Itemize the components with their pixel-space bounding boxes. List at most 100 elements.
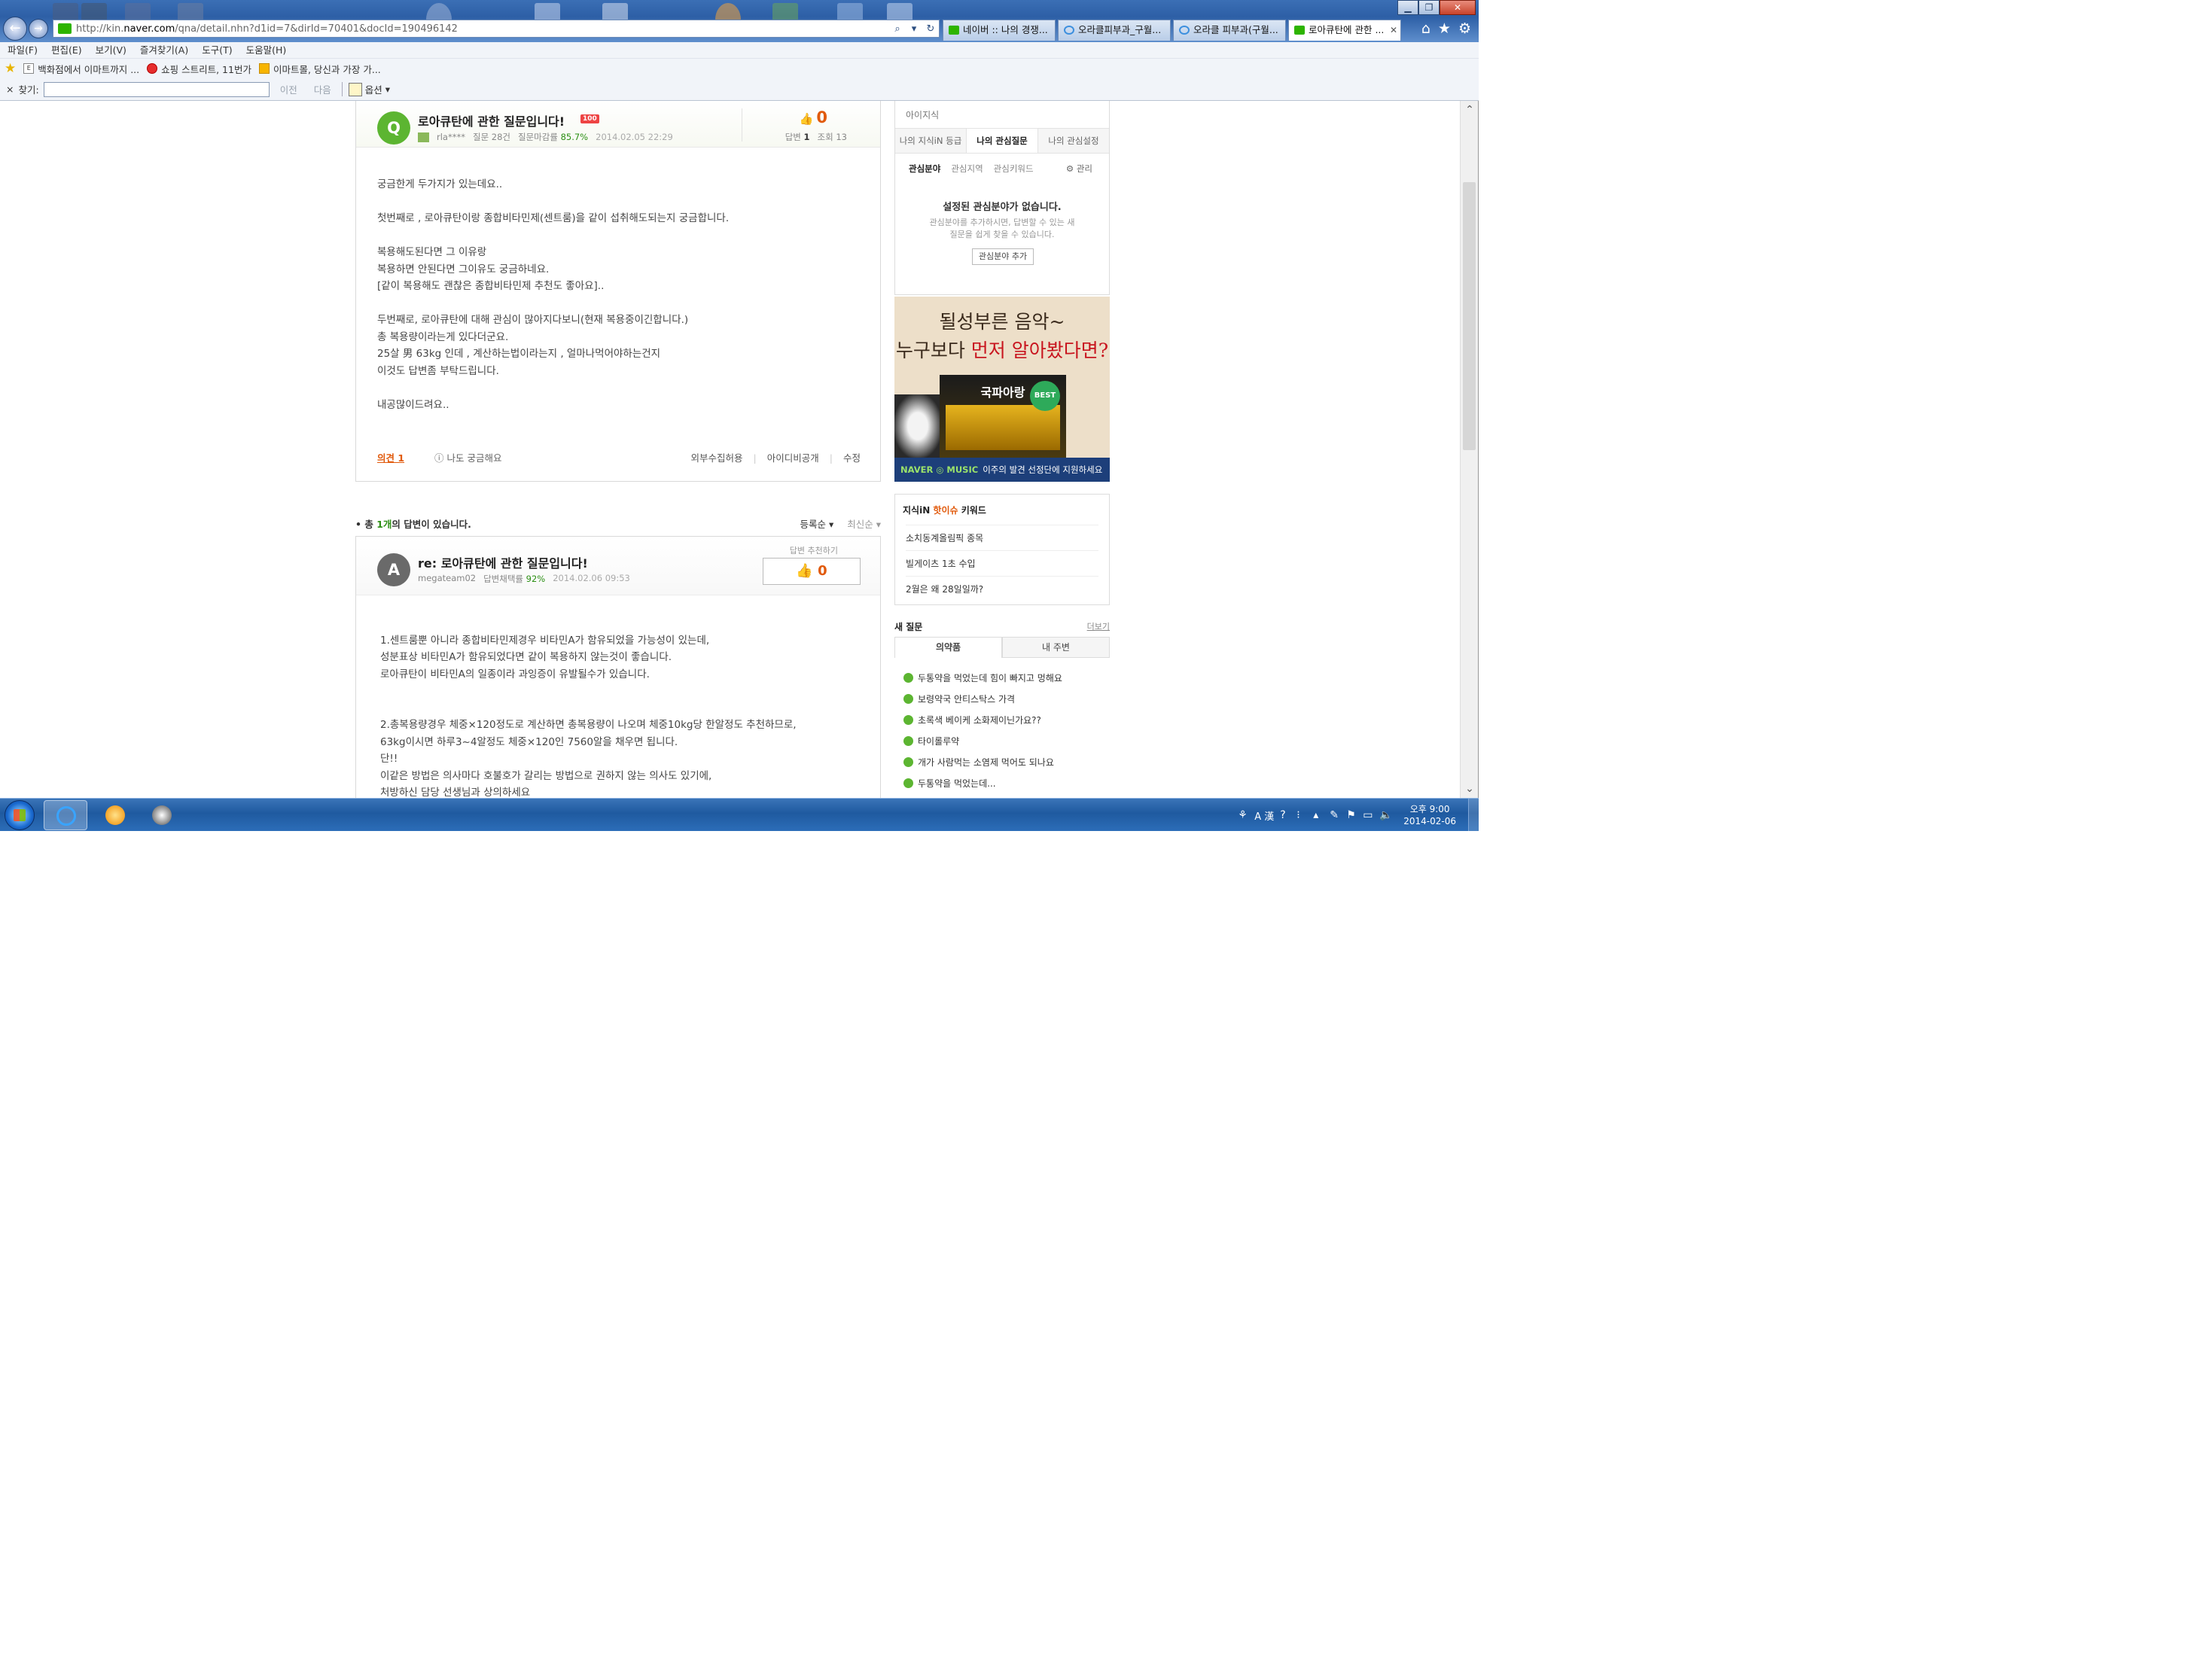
hot-keyword-item[interactable]: 2월은 왜 28일일까? [906, 576, 1098, 595]
vertical-scrollbar[interactable]: ⌃ ⌄ [1460, 101, 1478, 798]
allow-external-link[interactable]: 외부수집허용 [691, 450, 743, 464]
find-previous-button[interactable]: 이전 [274, 82, 303, 96]
new-questions-tabs: 의약품 내 주변 [894, 637, 1110, 658]
tab-current[interactable]: 로아큐탄에 관한 ... ✕ [1288, 20, 1401, 41]
tab-oracle-1[interactable]: 오라클피부과_구월... [1058, 20, 1171, 41]
show-desktop-button[interactable] [1468, 799, 1479, 831]
menu-edit[interactable]: 편집(E) [51, 42, 82, 58]
favorite-item[interactable]: 이마트몰, 당신과 가장 가... [258, 62, 381, 76]
network-status-icon[interactable]: ⚘ [1238, 810, 1248, 820]
new-question-item[interactable]: 초록색 베이케 소화제이닌가요?? [903, 714, 1041, 726]
find-close-icon[interactable]: × [6, 84, 14, 95]
tab-naver[interactable]: 네이버 :: 나의 경쟁... [943, 20, 1056, 41]
new-question-item[interactable]: 두통약을 먹었는데... [903, 777, 996, 790]
new-question-item[interactable]: 두통약을 먹었는데 힘이 빠지고 멍해요 [903, 671, 1062, 684]
question-date: 2014.02.05 22:29 [596, 132, 673, 142]
start-button[interactable] [5, 800, 35, 830]
user-level-icon [418, 132, 429, 142]
body-line: 내공많이드려요.. [377, 398, 449, 411]
hot-keyword-item[interactable]: 빌게이츠 1초 수입 [906, 550, 1098, 570]
menu-help[interactable]: 도움말(H) [246, 42, 287, 58]
music-ad-banner[interactable]: 될성부른 음악~ 누구보다 먼저 알아봤다면? 국파아랑 BEST NAVER … [894, 297, 1110, 482]
scroll-up-icon[interactable]: ⌃ [1461, 104, 1478, 116]
gear-icon[interactable]: ⚙ [1458, 20, 1471, 38]
sort-registered-button[interactable]: 등록순 ▾ [800, 516, 834, 531]
body-line [380, 615, 862, 632]
tab-close-icon[interactable]: ✕ [1390, 20, 1397, 40]
me-too-curious-button[interactable]: ⓘ 나도 궁금해요 [434, 450, 501, 464]
question-vote-count[interactable]: 👍 0 [800, 108, 827, 126]
window-controls: ▁ ❐ ✕ [1397, 0, 1476, 17]
minimize-button[interactable]: ▁ [1397, 0, 1418, 15]
scrollbar-thumb[interactable] [1463, 182, 1476, 450]
favorites-star-icon[interactable]: ★ [5, 61, 16, 76]
favorites-star-icon[interactable]: ★ [1438, 20, 1451, 38]
hide-id-link[interactable]: 아이디비공개 [754, 450, 819, 464]
answer-date: 2014.02.06 09:53 [553, 573, 630, 583]
subtab-interest-region[interactable]: 관심지역 [951, 163, 983, 175]
new-question-item[interactable]: 보령약국 안티스탁스 가격 [903, 693, 1015, 705]
show-hidden-icons-icon[interactable]: ▴ [1313, 810, 1324, 820]
menu-view[interactable]: 보기(V) [96, 42, 126, 58]
question-author[interactable]: rla**** [437, 132, 465, 142]
question-bullet-icon [903, 694, 913, 704]
answer-author[interactable]: megateam02 [418, 573, 476, 585]
find-next-button[interactable]: 다음 [308, 82, 337, 96]
volume-icon[interactable]: 🔈 [1379, 810, 1392, 820]
hot-keyword-item[interactable]: 소치동계올림픽 종목 [906, 525, 1098, 544]
view-count: 13 [836, 132, 847, 142]
opinion-link[interactable]: 의견 1 [377, 450, 404, 464]
question-bullet-icon [903, 715, 913, 725]
new-question-item[interactable]: 타이롤루약 [903, 735, 959, 747]
ime-indicator[interactable]: A 漢 [1254, 808, 1274, 823]
url-text[interactable]: http://kin.naver.com/qna/detail.nhn?d1id… [76, 23, 889, 35]
manage-link[interactable]: ⚙ 관리 [1066, 163, 1092, 175]
menu-favorites[interactable]: 즐겨찾기(A) [140, 42, 188, 58]
taskbar-app-search[interactable] [140, 800, 184, 830]
network-icon[interactable]: ▭ [1363, 810, 1373, 820]
clock[interactable]: 오후 9:00 2014-02-06 [1403, 803, 1456, 827]
tab-medicine[interactable]: 의약품 [894, 637, 1002, 658]
tab-oracle-2[interactable]: 오라클 피부과(구월... [1173, 20, 1286, 41]
sort-latest-button[interactable]: 최신순 ▾ [847, 516, 881, 531]
ad-face-image [894, 394, 941, 458]
find-input[interactable] [43, 81, 270, 97]
search-icon[interactable]: ⌕ [889, 23, 906, 35]
question-bullet-icon [903, 757, 913, 767]
tab-my-grade[interactable]: 나의 지식iN 등급 [895, 129, 966, 153]
tab-my-interest-questions[interactable]: 나의 관심질문 [966, 129, 1038, 153]
refresh-icon[interactable]: ↻ [922, 23, 939, 35]
find-options-button[interactable]: 옵션 ▾ [341, 82, 390, 96]
taskbar-ie[interactable] [44, 800, 87, 830]
tab-my-interest-settings[interactable]: 나의 관심설정 [1038, 129, 1109, 153]
edit-link[interactable]: 수정 [830, 450, 861, 464]
tab-nearby[interactable]: 내 주변 [1002, 637, 1110, 658]
pen-icon[interactable]: ✎ [1330, 810, 1340, 820]
home-icon[interactable]: ⌂ [1421, 20, 1430, 38]
action-center-flag-icon[interactable]: ⚑ [1346, 810, 1357, 820]
menu-file[interactable]: 파일(F) [8, 42, 38, 58]
maximize-button[interactable]: ❐ [1418, 0, 1440, 15]
taskbar-app-orange[interactable] [93, 800, 137, 830]
question-bullet-icon [903, 778, 913, 788]
menu-tools[interactable]: 도구(T) [202, 42, 232, 58]
dropdown-arrow-icon[interactable]: ▾ [906, 23, 922, 35]
ad-subheadline: 누구보다 먼저 알아봤다면? [895, 339, 1109, 361]
favorite-item[interactable]: 쇼핑 스트리트, 11번가 [147, 62, 251, 76]
subtab-interest-field[interactable]: 관심분야 [909, 163, 940, 175]
close-window-button[interactable]: ✕ [1440, 0, 1476, 15]
favorite-item[interactable]: E 백화점에서 이마트까지 ... [23, 62, 139, 76]
forward-button[interactable]: → [29, 19, 48, 38]
back-button[interactable]: ← [3, 17, 27, 41]
new-question-item[interactable]: 개가 사람먹는 소염제 먹어도 되나요 [903, 756, 1054, 769]
help-icon[interactable]: ? [1280, 810, 1290, 820]
question-header: Q 로아큐탄에 관한 질문입니다! 100 rla**** 질문 28건 질문마… [356, 101, 880, 148]
tray-app-icon[interactable]: ⁝ [1296, 810, 1307, 820]
subtab-interest-keyword[interactable]: 관심키워드 [994, 163, 1034, 175]
menu-bar: 파일(F) 편집(E) 보기(V) 즐겨찾기(A) 도구(T) 도움말(H) [0, 42, 1479, 59]
more-link[interactable]: 더보기 [1087, 620, 1110, 632]
add-interest-button[interactable]: 관심분야 추가 [972, 248, 1034, 265]
scroll-down-icon[interactable]: ⌄ [1461, 783, 1478, 795]
address-bar[interactable]: http://kin.naver.com/qna/detail.nhn?d1id… [53, 20, 940, 38]
recommend-answer-button[interactable]: 👍 0 [763, 558, 861, 585]
